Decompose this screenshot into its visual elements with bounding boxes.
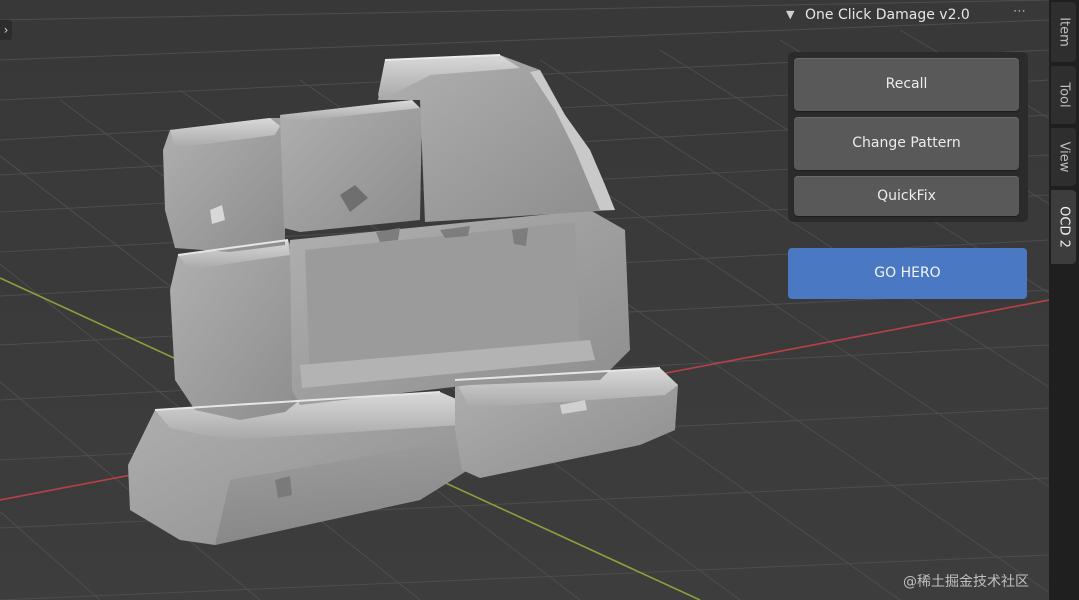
chevron-down-icon[interactable]: ▼ [786,8,794,21]
tab-item[interactable]: Item [1051,2,1076,62]
recall-button[interactable]: Recall [794,58,1019,111]
tab-ocd2[interactable]: OCD 2 [1051,190,1076,264]
sidebar-tabs: Item Tool View OCD 2 [1049,0,1079,600]
addon-panel: ▼ One Click Damage v2.0 ⋯ Recall Change … [782,0,1048,310]
drag-handle-icon[interactable]: ⋯ [1013,4,1027,19]
quickfix-button[interactable]: QuickFix [794,176,1019,216]
panel-header[interactable]: ▼ One Click Damage v2.0 ⋯ [782,0,1048,34]
go-hero-button[interactable]: GO HERO [788,248,1027,299]
tab-tool-label: Tool [1056,82,1071,108]
change-pattern-button[interactable]: Change Pattern [794,117,1019,170]
tab-view[interactable]: View [1051,128,1076,186]
panel-title: One Click Damage v2.0 [805,7,970,23]
tab-ocd2-label: OCD 2 [1056,206,1071,248]
expand-sidebar-icon[interactable]: › [0,20,12,40]
watermark: @稀土掘金技术社区 [903,574,1029,590]
tab-view-label: View [1056,141,1071,173]
tab-item-label: Item [1056,17,1071,47]
tab-tool[interactable]: Tool [1051,66,1076,124]
button-group: Recall Change Pattern QuickFix [788,52,1028,222]
